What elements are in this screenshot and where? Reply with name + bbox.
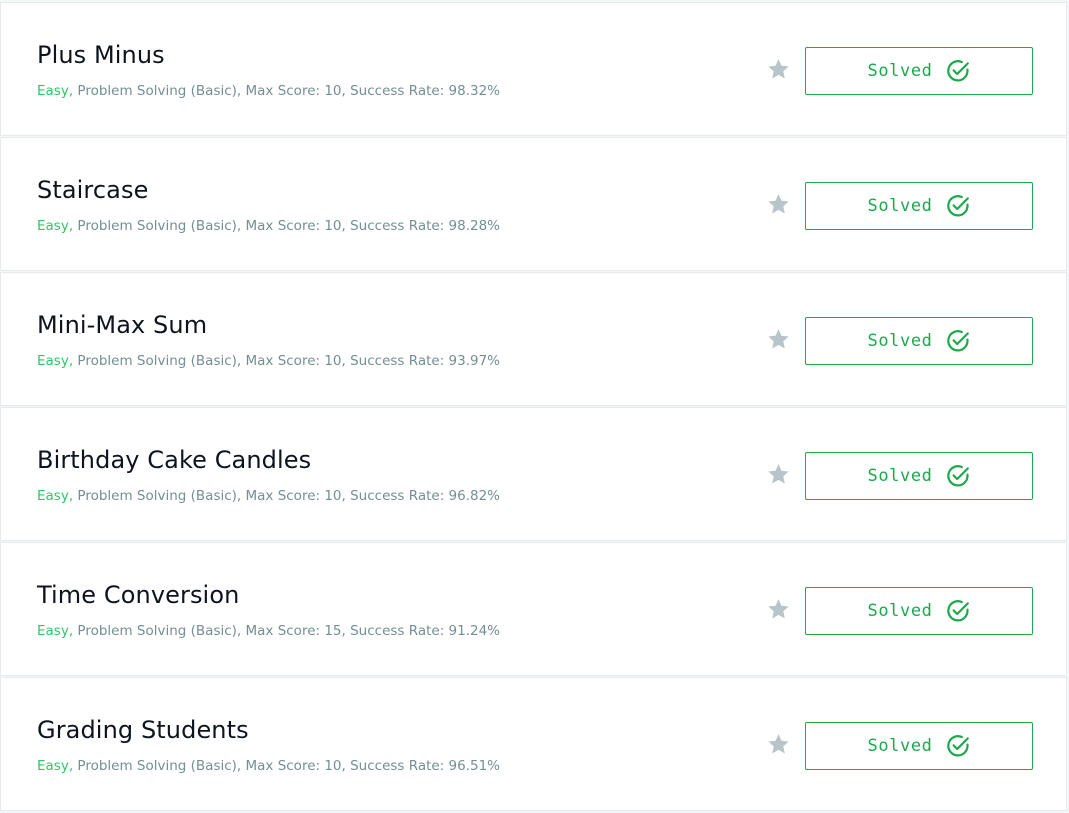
- challenge-details: Problem Solving (Basic), Max Score: 10, …: [73, 83, 501, 99]
- difficulty-label: Easy,: [37, 488, 74, 504]
- challenge-title[interactable]: Time Conversion: [37, 581, 239, 609]
- challenge-details: Problem Solving (Basic), Max Score: 10, …: [73, 488, 501, 504]
- star-icon[interactable]: [767, 598, 790, 620]
- star-icon[interactable]: [767, 733, 790, 755]
- challenge-meta: Easy, Problem Solving (Basic), Max Score…: [37, 488, 500, 504]
- challenge-details: Problem Solving (Basic), Max Score: 10, …: [73, 218, 501, 234]
- challenge-title[interactable]: Staircase: [37, 176, 148, 204]
- solved-button[interactable]: Solved: [805, 587, 1033, 635]
- challenge-card[interactable]: Birthday Cake Candles Easy, Problem Solv…: [0, 407, 1067, 541]
- solved-label: Solved: [867, 466, 933, 486]
- star-icon[interactable]: [767, 328, 790, 350]
- challenge-meta: Easy, Problem Solving (Basic), Max Score…: [37, 623, 500, 639]
- challenge-card[interactable]: Mini-Max Sum Easy, Problem Solving (Basi…: [0, 272, 1067, 406]
- challenge-card[interactable]: Grading Students Easy, Problem Solving (…: [0, 677, 1067, 811]
- challenge-card[interactable]: Plus Minus Easy, Problem Solving (Basic)…: [0, 2, 1067, 136]
- solved-label: Solved: [867, 61, 933, 81]
- solved-button[interactable]: Solved: [805, 722, 1033, 770]
- star-icon[interactable]: [767, 193, 790, 215]
- challenge-title[interactable]: Mini-Max Sum: [37, 311, 207, 339]
- challenge-meta: Easy, Problem Solving (Basic), Max Score…: [37, 353, 500, 369]
- challenge-card[interactable]: Staircase Easy, Problem Solving (Basic),…: [0, 137, 1067, 271]
- challenge-card[interactable]: Time Conversion Easy, Problem Solving (B…: [0, 542, 1067, 676]
- solved-button[interactable]: Solved: [805, 317, 1033, 365]
- check-circle-icon: [945, 733, 971, 759]
- difficulty-label: Easy,: [37, 758, 74, 774]
- challenge-details: Problem Solving (Basic), Max Score: 15, …: [73, 623, 501, 639]
- check-circle-icon: [945, 598, 971, 624]
- solved-button[interactable]: Solved: [805, 182, 1033, 230]
- solved-button[interactable]: Solved: [805, 47, 1033, 95]
- star-icon[interactable]: [767, 463, 790, 485]
- challenge-title[interactable]: Birthday Cake Candles: [37, 446, 311, 474]
- star-icon[interactable]: [767, 58, 790, 80]
- solved-label: Solved: [867, 736, 933, 756]
- difficulty-label: Easy,: [37, 218, 74, 234]
- challenge-details: Problem Solving (Basic), Max Score: 10, …: [73, 758, 501, 774]
- solved-label: Solved: [867, 331, 933, 351]
- check-circle-icon: [945, 193, 971, 219]
- challenge-meta: Easy, Problem Solving (Basic), Max Score…: [37, 218, 500, 234]
- difficulty-label: Easy,: [37, 623, 74, 639]
- difficulty-label: Easy,: [37, 83, 74, 99]
- challenge-meta: Easy, Problem Solving (Basic), Max Score…: [37, 758, 500, 774]
- check-circle-icon: [945, 463, 971, 489]
- challenge-details: Problem Solving (Basic), Max Score: 10, …: [73, 353, 501, 369]
- challenge-title[interactable]: Grading Students: [37, 716, 249, 744]
- solved-label: Solved: [867, 601, 933, 621]
- check-circle-icon: [945, 328, 971, 354]
- difficulty-label: Easy,: [37, 353, 74, 369]
- check-circle-icon: [945, 58, 971, 84]
- solved-button[interactable]: Solved: [805, 452, 1033, 500]
- challenge-meta: Easy, Problem Solving (Basic), Max Score…: [37, 83, 500, 99]
- solved-label: Solved: [867, 196, 933, 216]
- challenge-title[interactable]: Plus Minus: [37, 41, 165, 69]
